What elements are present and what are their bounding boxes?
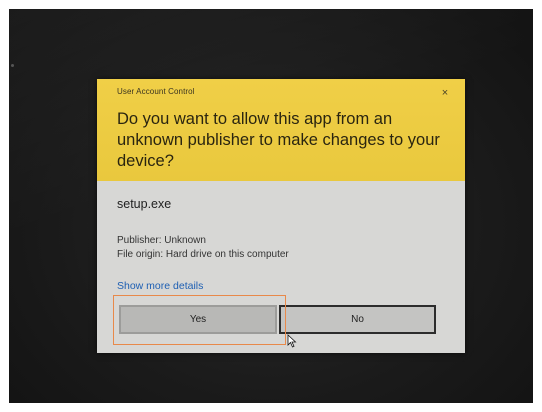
screen-speck: [11, 64, 14, 67]
yes-button-label: Yes: [189, 314, 207, 325]
no-button-label: No: [351, 314, 364, 325]
publisher-info: Publisher: Unknown: [117, 235, 206, 246]
app-name: setup.exe: [117, 197, 172, 211]
file-origin-info: File origin: Hard drive on this computer: [117, 249, 289, 260]
close-icon[interactable]: ×: [439, 87, 451, 99]
mouse-cursor-icon: [287, 334, 297, 348]
yes-button[interactable]: Yes: [119, 305, 277, 334]
show-more-details-link[interactable]: Show more details: [117, 280, 203, 292]
no-button[interactable]: No: [279, 305, 436, 334]
uac-header: User Account Control × Do you want to al…: [97, 79, 465, 181]
uac-dialog: User Account Control × Do you want to al…: [97, 79, 465, 353]
dialog-title: User Account Control: [117, 87, 195, 96]
permission-question: Do you want to allow this app from an un…: [117, 110, 440, 170]
